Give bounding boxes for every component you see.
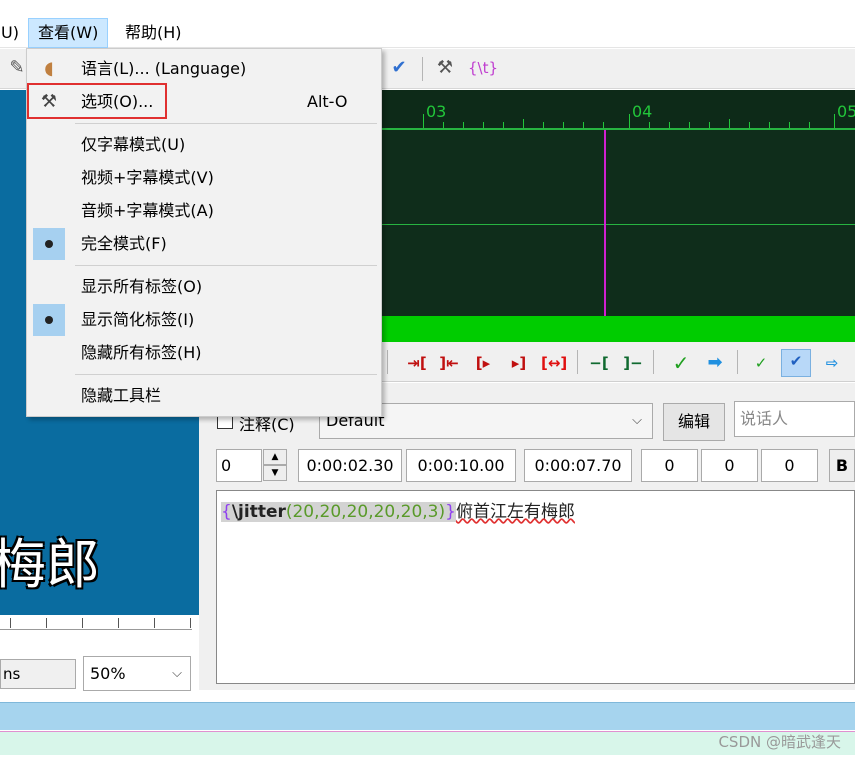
transform-tag-button[interactable]: {\t} [466, 57, 500, 79]
next-line-icon[interactable]: ➡ [703, 352, 727, 374]
margin-vertical-field[interactable]: 0 [761, 449, 818, 482]
menu-item-subs-only-mode[interactable]: 仅字幕模式(U) [29, 129, 379, 161]
menu-item-label: 音频+字幕模式(A) [81, 201, 214, 220]
spin-down-icon[interactable]: ▼ [263, 465, 287, 481]
tag-close-brace: } [445, 502, 456, 522]
tag-arguments: (20,20,20,20,20,3) [285, 502, 446, 522]
menu-item-shortcut: Alt-O [307, 92, 348, 111]
menu-item-label: 仅字幕模式(U) [81, 135, 186, 154]
menu-item-language[interactable]: ◖ 语言(L)... (Language) [29, 53, 379, 85]
view-menu-dropdown: ◖ 语言(L)... (Language) ⚒ 选项(O)... Alt-O 仅… [26, 48, 382, 417]
spin-up-icon[interactable]: ▲ [263, 449, 287, 465]
menu-item-audio-subs-mode[interactable]: 音频+字幕模式(A) [29, 195, 379, 227]
subtitle-text: 俯首江左有梅郎 [455, 502, 575, 522]
start-time-field[interactable]: 0:00:02.30 [298, 449, 402, 482]
menu-item-hide-toolbar[interactable]: 隐藏工具栏 [29, 380, 379, 412]
duration-field[interactable]: 0:00:07.70 [524, 449, 632, 482]
play-start-icon[interactable]: [▸ [471, 352, 495, 374]
menu-help[interactable]: 帮助(H) [116, 18, 191, 48]
menu-item-label: 语言(L)... (Language) [81, 59, 247, 78]
toolbar-separator [422, 57, 423, 81]
video-zoom-select[interactable]: 50% ⌵ [83, 656, 191, 691]
pen-icon[interactable]: ✎ [6, 57, 28, 79]
menu-item-show-all-tags[interactable]: 显示所有标签(O) [29, 271, 379, 303]
hammer-icon[interactable]: ⚒ [434, 57, 456, 79]
menu-bar: U) 查看(W) 帮助(H) [0, 18, 855, 48]
watermark: CSDN @暗武逢天 [718, 733, 841, 751]
ruler-label: 05 [837, 102, 855, 121]
playback-cursor [604, 130, 606, 317]
snap-end-icon[interactable]: ]⇤ [437, 352, 461, 374]
tag-open-brace: { [221, 502, 232, 522]
menu-item-label: 隐藏所有标签(H) [81, 343, 202, 362]
auto-commit-icon[interactable]: ✓ [749, 352, 773, 374]
language-icon: ◖ [44, 58, 54, 79]
menu-item-simplified-tags[interactable]: 显示简化标签(I) [29, 304, 379, 336]
menu-item-label: 视频+字幕模式(V) [81, 168, 214, 187]
menu-automation-label: U) [1, 23, 19, 42]
menu-item-label: 完全模式(F) [81, 234, 167, 253]
margin-right-field[interactable]: 0 [701, 449, 758, 482]
options-highlight-box [27, 83, 167, 119]
lead-in-icon[interactable]: −[ [587, 352, 611, 374]
subtitle-edit-box: 注释(C) Default ⌵ 编辑 说话人 0 ▲ ▼ 0:00:02.30 0… [209, 383, 855, 690]
auto-next-icon[interactable]: ✔ [781, 349, 811, 377]
menu-item-full-mode[interactable]: 完全模式(F) [29, 228, 379, 260]
menu-view-label: 查看(W) [38, 23, 99, 42]
lead-out-icon[interactable]: ]− [621, 352, 645, 374]
video-subtitle-preview: 梅郎 [0, 533, 100, 596]
bold-button[interactable]: B [829, 449, 855, 482]
auto-scroll-icon[interactable]: ⇨ [819, 352, 845, 374]
subtitle-grid-header [0, 702, 855, 730]
snap-start-icon[interactable]: ⇥[ [405, 352, 429, 374]
menu-help-label: 帮助(H) [125, 23, 182, 42]
menu-separator [75, 265, 377, 266]
menu-item-video-subs-mode[interactable]: 视频+字幕模式(V) [29, 162, 379, 194]
chevron-down-icon: ⌵ [632, 413, 642, 428]
speaker-input[interactable]: 说话人 [734, 401, 855, 437]
menu-item-label: 显示所有标签(O) [81, 277, 203, 296]
tag-command: \jitter [231, 502, 286, 522]
menu-automation[interactable]: U) [0, 18, 28, 48]
menu-item-hide-all-tags[interactable]: 隐藏所有标签(H) [29, 337, 379, 369]
menu-item-label: 显示简化标签(I) [81, 310, 195, 329]
radio-selected-icon [33, 228, 65, 260]
edit-style-button[interactable]: 编辑 [663, 403, 725, 441]
menu-separator [75, 374, 377, 375]
menu-item-label: 隐藏工具栏 [81, 386, 162, 405]
menu-view[interactable]: 查看(W) [28, 18, 109, 48]
layer-field[interactable]: 0 [216, 449, 262, 482]
radio-selected-icon [33, 304, 65, 336]
play-selection-icon[interactable]: [↔] [541, 352, 567, 374]
video-time-field[interactable]: ns [0, 659, 76, 689]
margin-left-field[interactable]: 0 [641, 449, 698, 482]
chevron-down-icon: ⌵ [172, 666, 182, 681]
play-end-icon[interactable]: ▸] [507, 352, 531, 374]
menu-separator [75, 123, 377, 124]
ruler-label: 04 [632, 102, 653, 121]
spellcheck-icon[interactable]: ✔ [388, 57, 410, 79]
subtitle-text-input[interactable]: {\jitter(20,20,20,20,20,3)}俯首江左有梅郎 [216, 490, 855, 684]
end-time-field[interactable]: 0:00:10.00 [406, 449, 516, 482]
ruler-label: 03 [426, 102, 447, 121]
video-seek-slider[interactable] [0, 618, 192, 630]
layer-spinner[interactable]: ▲ ▼ [263, 449, 287, 482]
commit-check-icon[interactable]: ✓ [669, 352, 693, 374]
video-zoom-value: 50% [90, 664, 126, 683]
